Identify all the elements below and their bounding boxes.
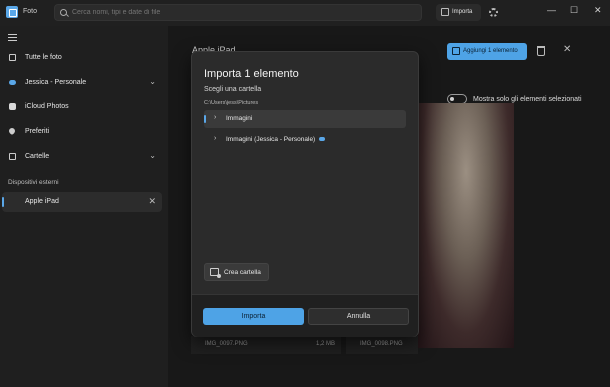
title-bar: Foto Importa — ☐ ✕ (0, 0, 610, 26)
import-icon (441, 8, 449, 16)
sidebar-item-label: iCloud Photos (25, 103, 69, 110)
maximize-button[interactable]: ☐ (570, 5, 578, 15)
chevron-down-icon[interactable]: ⌄ (149, 151, 156, 160)
external-devices-heading: Dispositivi esterni (8, 179, 59, 186)
selection-indicator (204, 115, 206, 123)
sidebar-item-label: Apple iPad (25, 198, 59, 205)
folder-path: C:\Users\jess\Pictures (204, 100, 259, 106)
search-icon (60, 9, 67, 16)
show-selected-label: Mostra solo gli elementi selezionati (473, 96, 582, 103)
close-icon[interactable]: ✕ (148, 196, 156, 207)
new-folder-button[interactable]: Crea cartella (204, 263, 269, 281)
dialog-footer: Importa Annulla (192, 294, 418, 337)
selection-indicator (2, 197, 4, 207)
add-items-button-label: Aggiungi 1 elemento (463, 48, 518, 54)
photo-thumbnail[interactable] (418, 103, 514, 348)
folder-tree-item[interactable]: › Immagini (Jessica - Personale) (204, 131, 406, 149)
cloud-icon (319, 137, 326, 142)
search-box[interactable] (54, 4, 422, 21)
sidebar-item-label: Jessica - Personale (25, 79, 87, 86)
close-window-button[interactable]: ✕ (594, 5, 602, 15)
sidebar-item-label: Cartelle (25, 153, 50, 160)
thumbnail-card[interactable]: IMG_0097.PNG 1,2 MB (191, 336, 341, 354)
folder-tree-label-text: Immagini (Jessica - Personale) (226, 136, 316, 143)
sidebar-item-label: Preferiti (25, 128, 50, 135)
new-folder-label: Crea cartella (224, 269, 261, 276)
import-button[interactable]: Importa (436, 4, 481, 21)
new-folder-icon (210, 268, 221, 278)
chevron-right-icon[interactable]: › (214, 114, 216, 121)
cloud-icon (9, 80, 16, 85)
dialog-subtitle: Scegli una cartella (204, 86, 262, 93)
import-confirm-button[interactable]: Importa (203, 308, 304, 325)
sidebar: Tutte le foto Jessica - Personale ⌄ iClo… (0, 26, 168, 387)
chevron-down-icon[interactable]: ⌄ (149, 77, 156, 86)
folder-tree-label: Immagini (226, 115, 253, 122)
thumbnail-filesize: 1,2 MB (315, 341, 335, 347)
hamburger-menu-icon[interactable] (8, 34, 17, 41)
chevron-right-icon[interactable]: › (214, 135, 216, 142)
sidebar-item-all-photos[interactable]: Tutte le foto (2, 48, 162, 68)
photos-app-icon (6, 6, 18, 18)
app-title: Foto (23, 8, 38, 15)
add-photo-icon (452, 47, 460, 55)
import-dialog: Importa 1 elemento Scegli una cartella C… (191, 51, 419, 337)
sidebar-item-label: Tutte le foto (25, 54, 62, 61)
thumbnail-card[interactable]: IMG_0098.PNG (346, 336, 418, 354)
sidebar-item-folders[interactable]: Cartelle ⌄ (2, 147, 162, 167)
sidebar-item-apple-ipad[interactable]: Apple iPad ✕ (2, 192, 162, 212)
gear-icon[interactable] (489, 8, 498, 17)
thumbnail-filename: IMG_0097.PNG (205, 341, 248, 347)
search-input[interactable] (72, 9, 412, 16)
cancel-button[interactable]: Annulla (308, 308, 409, 325)
thumbnail-filename: IMG_0098.PNG (360, 341, 403, 347)
sidebar-item-onedrive[interactable]: Jessica - Personale ⌄ (2, 73, 162, 93)
trash-icon[interactable] (537, 46, 545, 56)
sidebar-item-favorites[interactable]: Preferiti (2, 122, 162, 142)
folder-tree-label: Immagini (Jessica - Personale) (226, 136, 326, 143)
icloud-icon (9, 103, 16, 110)
sidebar-item-icloud[interactable]: iCloud Photos (2, 97, 162, 117)
dialog-title: Importa 1 elemento (204, 68, 299, 80)
heart-icon (7, 126, 17, 136)
close-icon[interactable]: ✕ (563, 44, 571, 55)
folder-icon (9, 153, 16, 160)
add-items-button[interactable]: Aggiungi 1 elemento (447, 43, 527, 60)
minimize-button[interactable]: — (547, 5, 556, 15)
import-button-label: Importa (452, 9, 473, 15)
folder-tree-item[interactable]: › Immagini (204, 110, 406, 128)
image-icon (9, 54, 16, 61)
